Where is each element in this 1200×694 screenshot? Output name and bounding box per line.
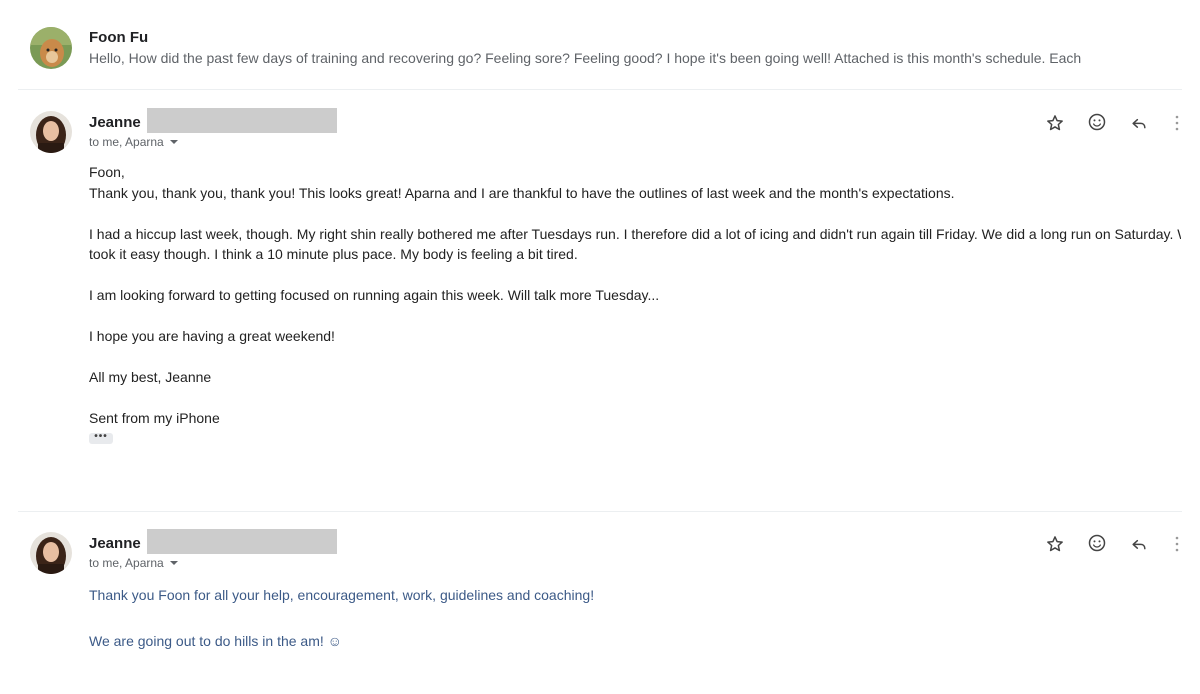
sender-name: Foon Fu <box>89 29 149 46</box>
show-trimmed-content-button[interactable]: ••• <box>89 432 113 444</box>
expanded-message: Jeanne to me, Aparna Foon, Thank you, th… <box>0 90 1200 510</box>
redacted-block <box>147 108 337 133</box>
star-icon[interactable] <box>1043 111 1067 135</box>
reply-icon[interactable] <box>1127 532 1151 556</box>
sender-name: Jeanne <box>89 114 141 131</box>
recipients-label: to me, Aparna <box>89 135 164 149</box>
chevron-down-icon <box>169 140 178 144</box>
avatar <box>30 111 72 153</box>
avatar <box>30 532 72 574</box>
redacted-block <box>147 529 337 554</box>
star-icon[interactable] <box>1043 532 1067 556</box>
more-vert-icon[interactable] <box>1172 111 1182 135</box>
avatar <box>30 27 72 69</box>
reply-icon[interactable] <box>1127 111 1151 135</box>
body-paragraph: We are going out to do hills in the am! … <box>89 633 342 649</box>
expanded-message: Jeanne to me, Aparna Thank you Foon for … <box>0 511 1200 694</box>
recipients-dropdown[interactable]: to me, Aparna <box>89 135 178 149</box>
recipients-dropdown[interactable]: to me, Aparna <box>89 556 178 570</box>
sender-name: Jeanne <box>89 535 141 552</box>
body-paragraph: took it easy though. I think a 10 minute… <box>89 246 578 262</box>
body-paragraph: Thank you, thank you, thank you! This lo… <box>89 184 955 201</box>
emoji-react-icon[interactable] <box>1085 531 1109 555</box>
body-paragraph: I am looking forward to getting focused … <box>89 287 660 303</box>
message-body: Foon, Thank you, thank you, thank you! T… <box>89 162 1181 429</box>
message-body: Thank you Foon for all your help, encour… <box>89 585 1181 651</box>
body-paragraph: All my best, Jeanne <box>89 369 212 385</box>
message-snippet: Hello, How did the past few days of trai… <box>89 50 1082 66</box>
signature: Sent from my iPhone <box>89 410 220 426</box>
body-paragraph: I had a hiccup last week, though. My rig… <box>89 225 1181 242</box>
recipients-label: to me, Aparna <box>89 556 164 570</box>
collapsed-message[interactable]: Foon Fu Hello, How did the past few days… <box>0 0 1200 90</box>
body-paragraph: Thank you Foon for all your help, encour… <box>89 587 595 603</box>
emoji-react-icon[interactable] <box>1085 110 1109 134</box>
more-vert-icon[interactable] <box>1172 532 1182 556</box>
greeting: Foon, <box>89 164 125 180</box>
body-paragraph: I hope you are having a great weekend! <box>89 328 335 344</box>
chevron-down-icon <box>169 561 178 565</box>
